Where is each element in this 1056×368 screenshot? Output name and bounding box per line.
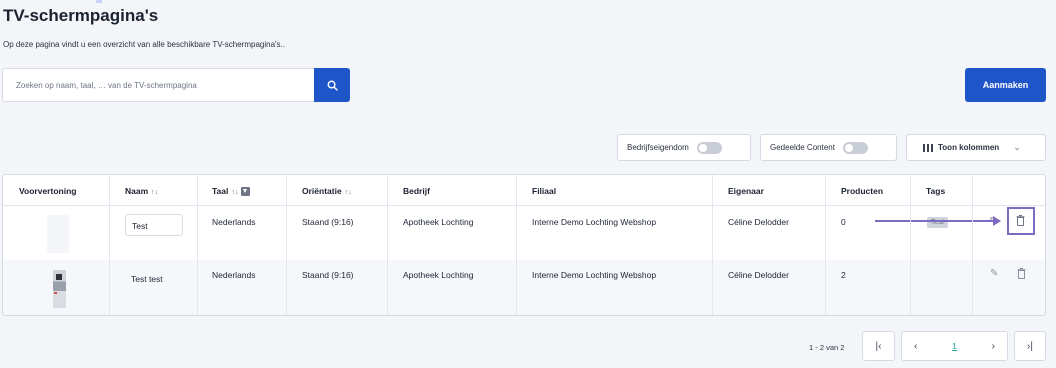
columns-label: Toon kolommen: [938, 143, 1000, 152]
column-divider: [109, 175, 110, 315]
columns-icon: [923, 143, 933, 152]
name-cell: Test test: [131, 274, 163, 284]
column-divider: [286, 175, 287, 315]
column-divider: [825, 175, 826, 315]
column-divider: [387, 175, 388, 315]
owner-cell: Céline Delodder: [728, 217, 789, 227]
language-cell: Nederlands: [212, 270, 256, 280]
branch-cell: Interne Demo Lochting Webshop: [532, 270, 657, 280]
header-tags: Tags: [926, 186, 946, 196]
chevron-down-icon: ⌄: [1013, 142, 1021, 152]
shared-content-label: Gedeelde Content: [770, 143, 835, 152]
shared-content-switch[interactable]: [842, 141, 868, 154]
company-property-switch[interactable]: [696, 141, 722, 154]
column-divider: [516, 175, 517, 315]
create-button[interactable]: Aanmaken: [965, 68, 1046, 102]
sort-icon[interactable]: ↑↓: [345, 189, 352, 196]
company-property-toggle[interactable]: Bedrijfseigendom: [617, 134, 751, 161]
search-icon: [327, 80, 338, 91]
search-button[interactable]: [314, 68, 350, 102]
header-preview: Voorvertoning: [19, 186, 77, 196]
header-products: Producten: [841, 186, 884, 196]
top-accent-dash: [96, 0, 102, 3]
chevron-left-icon[interactable]: ‹: [914, 341, 917, 352]
tag-badge: Test: [927, 217, 948, 228]
products-cell: 0: [841, 217, 846, 227]
company-cell: Apotheek Lochting: [403, 217, 474, 227]
last-page-button[interactable]: ›|: [1014, 331, 1046, 361]
table-row[interactable]: Test test Nederlands Staand (9:16) Apoth…: [3, 260, 1045, 315]
chevron-right-icon[interactable]: ›: [992, 341, 995, 352]
header-orientation[interactable]: Oriëntatie ↑↓: [302, 186, 352, 196]
preview-thumbnail[interactable]: [47, 215, 69, 253]
pagination-range: 1 - 2 van 2: [809, 343, 845, 352]
header-branch: Filiaal: [532, 186, 557, 196]
column-divider: [197, 175, 198, 315]
trash-icon[interactable]: [1016, 215, 1025, 226]
page-title: TV-schermpagina's: [3, 6, 159, 25]
shared-content-toggle[interactable]: Gedeelde Content: [760, 134, 897, 161]
header-name[interactable]: Naam ↑↓: [125, 186, 158, 196]
sort-icon[interactable]: ↑↓: [151, 189, 158, 196]
current-page-number[interactable]: 1: [952, 341, 957, 351]
column-divider: [910, 175, 911, 315]
page-subtitle: Op deze pagina vindt u een overzicht van…: [3, 40, 285, 49]
owner-cell: Céline Delodder: [728, 270, 789, 280]
filter-icon[interactable]: [241, 187, 251, 197]
edit-icon[interactable]: ✎: [990, 268, 998, 279]
column-divider: [712, 175, 713, 315]
columns-dropdown[interactable]: Toon kolommen ⌄: [906, 134, 1046, 161]
first-page-icon: |‹: [875, 340, 882, 352]
company-property-label: Bedrijfseigendom: [627, 143, 689, 152]
column-divider: [972, 175, 973, 315]
orientation-cell: Staand (9:16): [302, 270, 354, 280]
preview-thumbnail[interactable]: [53, 270, 66, 308]
header-owner: Eigenaar: [728, 186, 764, 196]
table-header-row: Voorvertoning Naam ↑↓ Taal ↑↓ Oriëntatie ↑↓…: [3, 175, 1045, 206]
name-cell-highlight: Test: [125, 214, 183, 236]
search-bar: [2, 68, 350, 102]
header-language[interactable]: Taal ↑↓: [212, 186, 251, 197]
sort-icon[interactable]: ↑↓: [231, 189, 238, 196]
search-input[interactable]: [3, 80, 349, 90]
page-selector: ‹ 1 ›: [901, 331, 1008, 361]
branch-cell: Interne Demo Lochting Webshop: [532, 217, 657, 227]
first-page-button[interactable]: |‹: [862, 331, 895, 361]
annotation-arrow: [875, 216, 1001, 226]
language-cell: Nederlands: [212, 217, 256, 227]
header-company: Bedrijf: [403, 186, 430, 196]
last-page-icon: ›|: [1027, 340, 1033, 352]
company-cell: Apotheek Lochting: [403, 270, 474, 280]
products-cell: 2: [841, 270, 846, 280]
trash-icon[interactable]: [1017, 268, 1026, 279]
screens-table: Voorvertoning Naam ↑↓ Taal ↑↓ Oriëntatie ↑↓…: [2, 174, 1046, 316]
table-row[interactable]: Test Nederlands Staand (9:16) Apotheek L…: [3, 206, 1045, 260]
orientation-cell: Staand (9:16): [302, 217, 354, 227]
